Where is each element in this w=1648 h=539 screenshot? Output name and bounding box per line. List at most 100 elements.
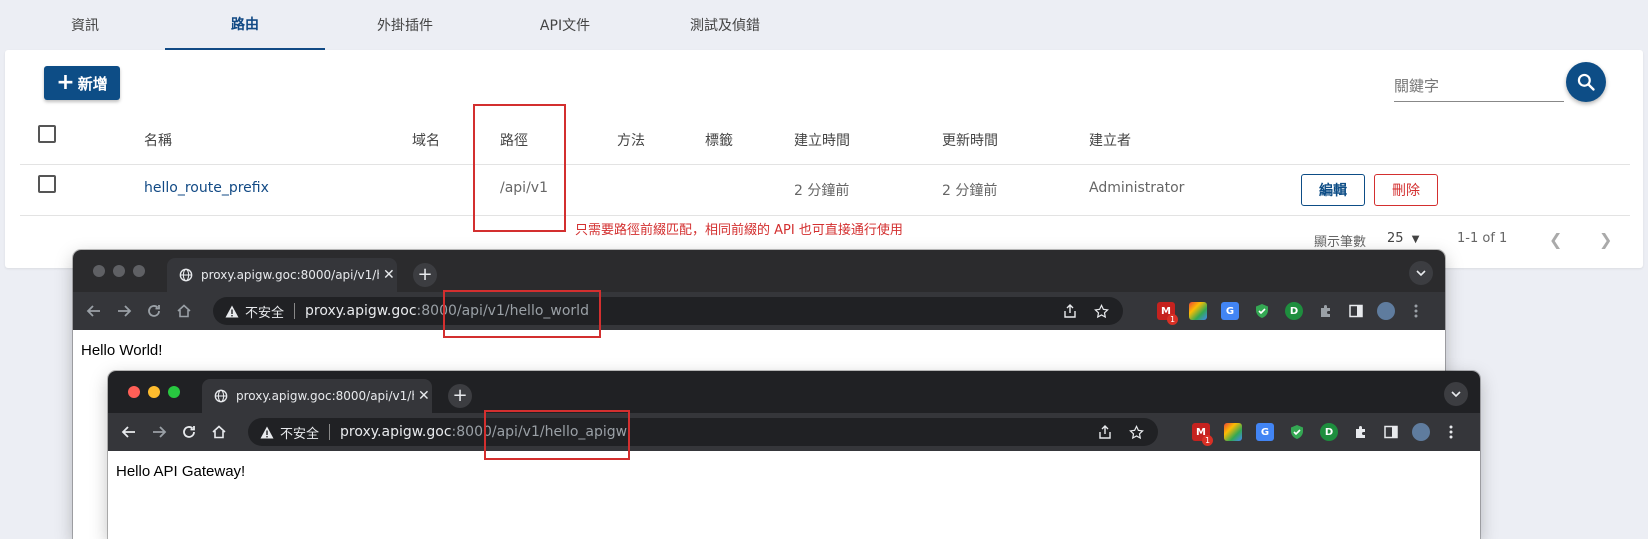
minimize-window-icon[interactable] — [148, 386, 160, 398]
header-created[interactable]: 建立時間 — [794, 130, 850, 150]
row-divider — [20, 215, 1630, 216]
forward-icon[interactable] — [148, 421, 170, 443]
add-button[interactable]: + 新增 — [44, 66, 120, 100]
browser-window-2: proxy.apigw.goc:8000/api/v1/hello_apigw … — [108, 371, 1480, 539]
annotation-text: 只需要路徑前綴匹配，相同前綴的 API 也可直接通行使用 — [575, 223, 903, 238]
tab-bar: 資訊 路由 外掛插件 API文件 測試及偵錯 — [5, 0, 805, 50]
browser-titlebar: proxy.apigw.goc:8000/api/v1/hello_apigw … — [108, 371, 1480, 413]
search-button[interactable] — [1566, 62, 1606, 102]
home-icon[interactable] — [173, 300, 195, 322]
minimize-window-icon[interactable] — [113, 265, 125, 277]
browser-tab-title: proxy.apigw.goc:8000/api/v1/hello_apigw — [236, 389, 414, 403]
address-bar[interactable]: 不安全 proxy.apigw.goc:8000/api/v1/hello_wo… — [213, 297, 1123, 325]
profile-avatar[interactable] — [1377, 302, 1395, 320]
share-icon[interactable] — [1098, 425, 1112, 439]
translate-extension-icon[interactable]: G — [1221, 302, 1239, 320]
not-secure-label: 不安全 — [280, 426, 320, 442]
chevron-down-icon — [1451, 391, 1461, 398]
row-checkbox[interactable] — [38, 175, 56, 193]
reload-icon[interactable] — [178, 421, 200, 443]
route-name-link[interactable]: hello_route_prefix — [144, 180, 269, 196]
forward-icon[interactable] — [113, 300, 135, 322]
add-button-label: 新增 — [77, 74, 108, 93]
page-content-text: Hello World! — [81, 342, 163, 359]
close-window-icon[interactable] — [93, 265, 105, 277]
new-tab-button[interactable]: + — [413, 263, 437, 287]
browser-tab-title: proxy.apigw.goc:8000/api/v1/hello_world — [201, 268, 379, 282]
route-created: 2 分鐘前 — [794, 183, 850, 199]
close-window-icon[interactable] — [128, 386, 140, 398]
tab-api-docs[interactable]: API文件 — [485, 0, 645, 50]
prev-page-icon[interactable]: ❮ — [1549, 230, 1562, 249]
puzzle-icon[interactable] — [1317, 302, 1335, 320]
tab-search-button[interactable] — [1444, 382, 1468, 406]
header-domain[interactable]: 域名 — [412, 130, 440, 150]
star-icon[interactable] — [1094, 303, 1109, 319]
edit-button[interactable]: 編輯 — [1301, 174, 1365, 206]
new-tab-button[interactable]: + — [448, 384, 472, 408]
chevron-down-icon — [1416, 270, 1426, 277]
header-tags[interactable]: 標籤 — [705, 130, 733, 150]
star-icon[interactable] — [1129, 424, 1144, 440]
not-secure-label: 不安全 — [245, 305, 285, 321]
header-divider — [20, 164, 1630, 165]
route-creator: Administrator — [1089, 180, 1185, 196]
profile-avatar[interactable] — [1412, 423, 1430, 441]
header-updated[interactable]: 更新時間 — [942, 130, 998, 150]
close-tab-icon[interactable]: ✕ — [383, 267, 395, 283]
kebab-menu-icon[interactable] — [1407, 302, 1425, 320]
side-panel-icon[interactable] — [1347, 302, 1365, 320]
kebab-menu-icon[interactable] — [1442, 423, 1460, 441]
delete-button[interactable]: 刪除 — [1374, 174, 1438, 206]
extension-badge: 1 — [1202, 435, 1213, 446]
color-picker-extension-icon[interactable] — [1224, 423, 1242, 441]
color-picker-extension-icon[interactable] — [1189, 302, 1207, 320]
back-icon[interactable] — [118, 421, 140, 443]
address-bar[interactable]: 不安全 proxy.apigw.goc:8000/api/v1/hello_ap… — [248, 418, 1158, 446]
close-tab-icon[interactable]: ✕ — [418, 388, 430, 404]
header-creator[interactable]: 建立者 — [1089, 130, 1131, 150]
puzzle-icon[interactable] — [1352, 423, 1370, 441]
tab-testing[interactable]: 測試及偵錯 — [645, 0, 805, 50]
home-icon[interactable] — [208, 421, 230, 443]
tab-routes[interactable]: 路由 — [165, 0, 325, 50]
translate-extension-icon[interactable]: G — [1256, 423, 1274, 441]
address-separator — [294, 303, 296, 319]
tab-plugins[interactable]: 外掛插件 — [325, 0, 485, 50]
route-updated: 2 分鐘前 — [942, 183, 998, 199]
url-host: proxy.apigw.goc — [340, 424, 452, 440]
header-name[interactable]: 名稱 — [144, 130, 172, 150]
header-method[interactable]: 方法 — [617, 130, 645, 150]
select-all-checkbox[interactable] — [38, 125, 56, 143]
back-icon[interactable] — [83, 300, 105, 322]
annotation-box-url-2 — [484, 410, 630, 460]
maximize-window-icon[interactable] — [133, 265, 145, 277]
browser-tab[interactable]: proxy.apigw.goc:8000/api/v1/hello_world … — [167, 258, 397, 292]
shield-extension-icon[interactable] — [1288, 423, 1306, 441]
pushbullet-extension-icon[interactable]: D — [1285, 302, 1303, 320]
globe-icon — [214, 389, 228, 403]
warning-icon — [260, 426, 274, 438]
page-content-text: Hello API Gateway! — [116, 463, 246, 480]
search-field — [1394, 70, 1564, 102]
browser-tab[interactable]: proxy.apigw.goc:8000/api/v1/hello_apigw … — [202, 379, 432, 413]
reload-icon[interactable] — [143, 300, 165, 322]
dropdown-arrow-icon: ▼ — [1411, 234, 1420, 245]
shield-extension-icon[interactable] — [1253, 302, 1271, 320]
tab-search-button[interactable] — [1409, 261, 1433, 285]
warning-icon — [225, 305, 239, 317]
annotation-box-path — [473, 104, 566, 232]
side-panel-icon[interactable] — [1382, 423, 1400, 441]
rows-per-page-select[interactable]: 25 ▼ — [1387, 231, 1419, 246]
extension-badge: 1 — [1167, 314, 1178, 325]
search-input[interactable] — [1394, 76, 1564, 95]
browser-toolbar: 不安全 proxy.apigw.goc:8000/api/v1/hello_ap… — [108, 413, 1480, 451]
maximize-window-icon[interactable] — [168, 386, 180, 398]
share-icon[interactable] — [1063, 304, 1077, 318]
address-separator — [329, 424, 331, 440]
next-page-icon[interactable]: ❯ — [1599, 230, 1612, 249]
pushbullet-extension-icon[interactable]: D — [1320, 423, 1338, 441]
rows-per-page-label: 顯示筆數 — [1314, 235, 1367, 250]
search-icon — [1577, 73, 1595, 91]
tab-info[interactable]: 資訊 — [5, 0, 165, 50]
